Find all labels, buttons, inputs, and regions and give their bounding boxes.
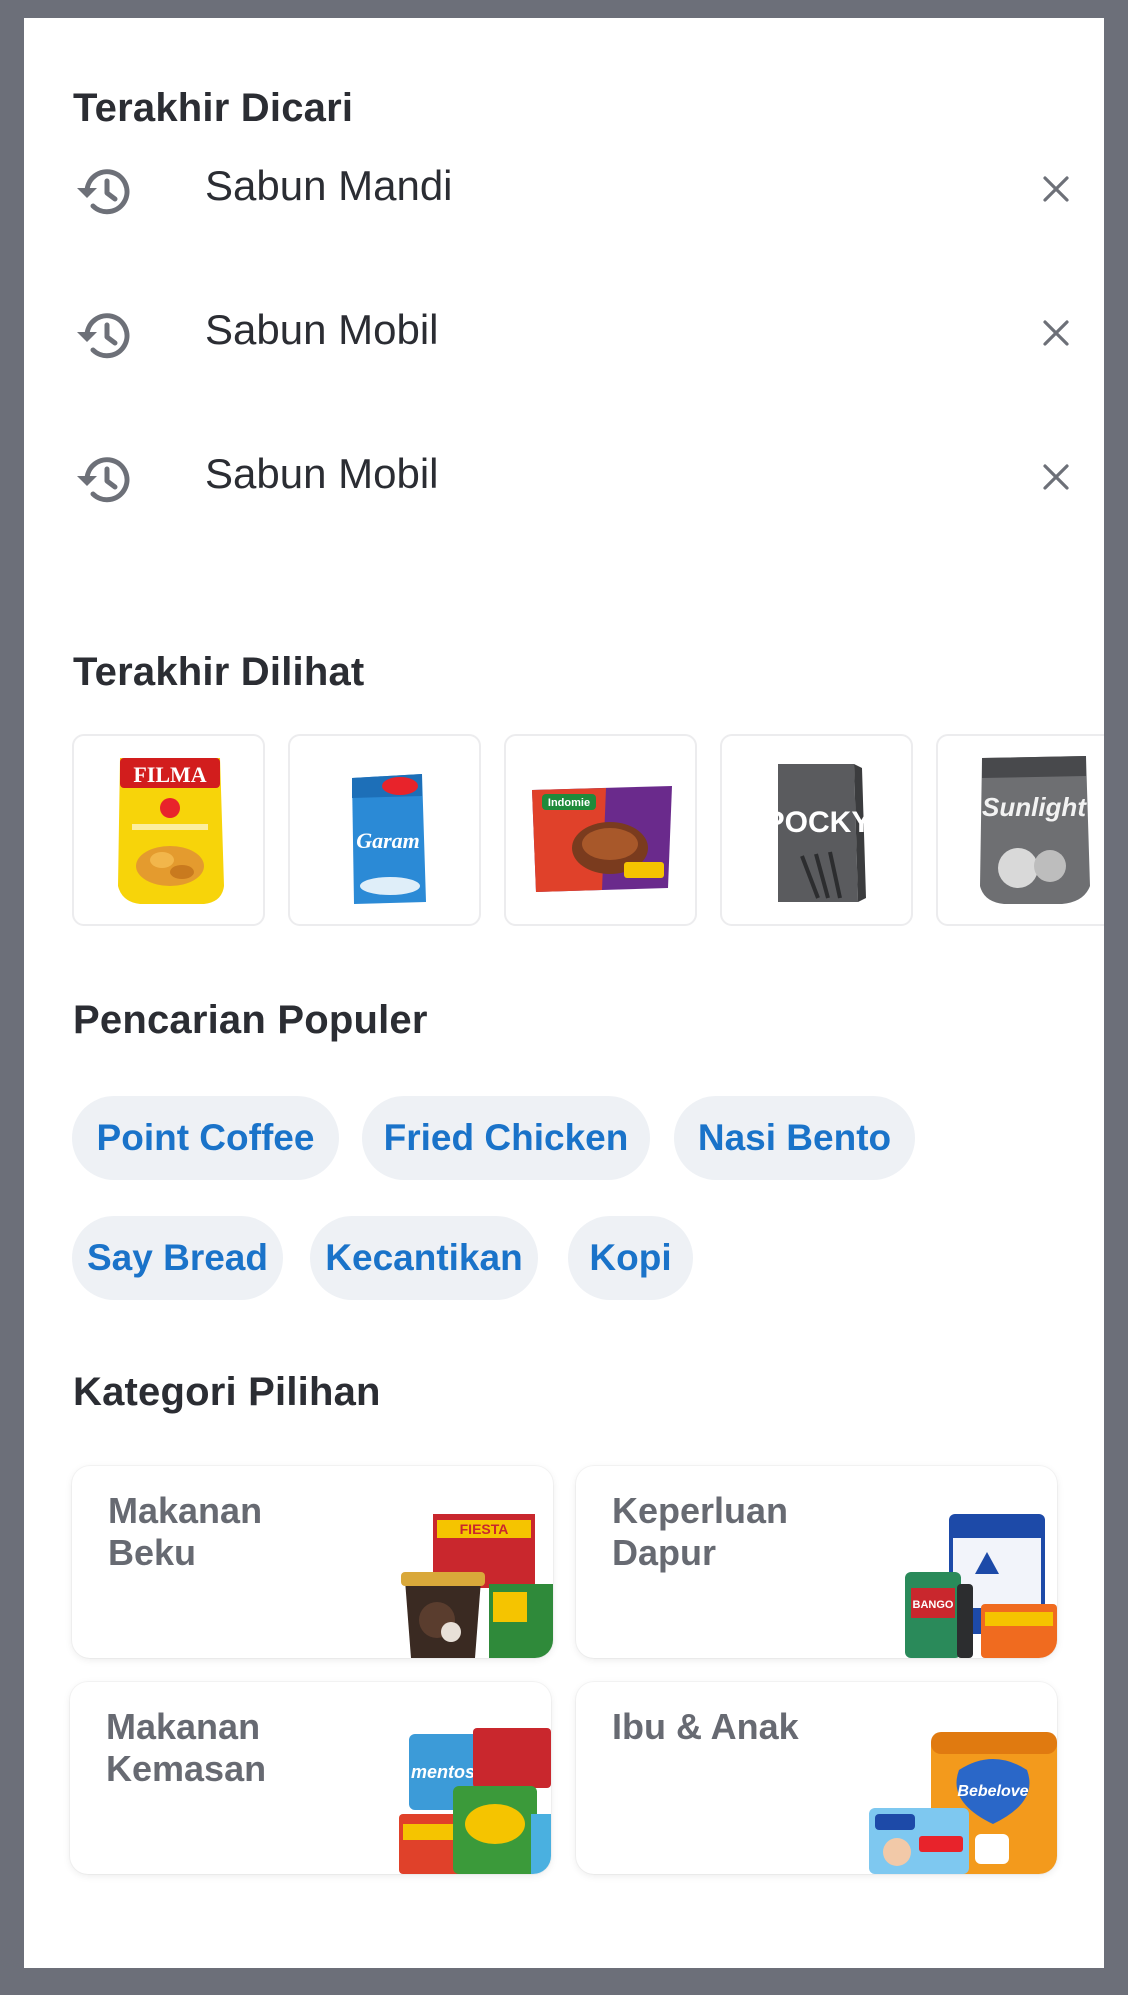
category-label: Makanan Beku [108, 1490, 263, 1573]
popular-chip[interactable]: Nasi Bento [674, 1096, 915, 1180]
recently-viewed-title: Terakhir Dilihat [73, 650, 365, 694]
history-item-label: Sabun Mobil [205, 306, 439, 353]
history-item[interactable]: Sabun Mobil [73, 290, 1073, 370]
salt-pack-image: Garam [352, 774, 426, 904]
cooking-oil-pouch-image: FILMA [118, 758, 224, 904]
product-card[interactable]: POCKY [720, 734, 913, 926]
category-card-kitchen-needs[interactable]: Keperluan Dapur BANGO [576, 1466, 1057, 1658]
popular-chip[interactable]: Kecantikan [310, 1216, 538, 1300]
popular-chip[interactable]: Fried Chicken [362, 1096, 650, 1180]
packaged-food-image: mentos [399, 1728, 551, 1874]
history-item[interactable]: Sabun Mobil [73, 434, 1073, 514]
svg-text:Bebelove: Bebelove [957, 1783, 1028, 1800]
recently-viewed-row: FILMA Garam Indomie POCKY Sunlight [72, 734, 1104, 928]
history-item-label: Sabun Mandi [205, 162, 453, 209]
close-icon[interactable] [1037, 314, 1075, 352]
category-card-mother-baby[interactable]: Ibu & Anak Bebelove [576, 1682, 1057, 1874]
category-label: Makanan Kemasan [106, 1706, 267, 1789]
svg-text:POCKY: POCKY [765, 806, 872, 839]
history-icon [77, 457, 130, 503]
popular-searches-title: Pencarian Populer [73, 998, 428, 1042]
search-screen: Terakhir Dicari Sabun Mandi Sabun Mobil [24, 18, 1104, 1968]
history-item[interactable]: Sabun Mandi [73, 146, 1073, 226]
close-icon[interactable] [1037, 458, 1075, 496]
dish-soap-pouch-image: Sunlight [980, 756, 1090, 904]
history-icon [77, 169, 130, 215]
categories-title: Kategori Pilihan [73, 1370, 381, 1414]
history-icon [77, 313, 130, 359]
svg-text:Sunlight: Sunlight [982, 792, 1087, 822]
popular-chip[interactable]: Say Bread [72, 1216, 283, 1300]
kitchen-needs-image: BANGO [905, 1514, 1057, 1658]
category-label: Ibu & Anak [612, 1706, 799, 1747]
popular-chip[interactable]: Point Coffee [72, 1096, 339, 1180]
svg-text:Garam: Garam [356, 828, 420, 853]
device-frame: Terakhir Dicari Sabun Mandi Sabun Mobil [0, 0, 1128, 1995]
frozen-food-image: FIESTA [401, 1514, 553, 1658]
product-card[interactable]: Indomie [504, 734, 697, 926]
recent-searches-title: Terakhir Dicari [73, 86, 354, 130]
pocky-box-image: POCKY [765, 764, 872, 902]
category-card-packaged-food[interactable]: Makanan Kemasan mentos [70, 1682, 551, 1874]
svg-text:FIESTA: FIESTA [460, 1521, 509, 1537]
svg-text:FILMA: FILMA [133, 762, 206, 787]
close-icon[interactable] [1037, 170, 1075, 208]
product-card[interactable]: FILMA [72, 734, 265, 926]
category-label: Keperluan Dapur [612, 1490, 789, 1573]
svg-text:Indomie: Indomie [548, 797, 590, 809]
popular-chip[interactable]: Kopi [568, 1216, 693, 1300]
category-card-frozen-food[interactable]: Makanan Beku FIESTA [72, 1466, 553, 1658]
history-item-label: Sabun Mobil [205, 450, 439, 497]
svg-text:BANGO: BANGO [913, 1599, 954, 1611]
svg-text:mentos: mentos [411, 1762, 475, 1782]
mother-baby-image: Bebelove [869, 1732, 1057, 1874]
product-card[interactable]: Garam [288, 734, 481, 926]
product-card[interactable]: Sunlight [936, 734, 1104, 926]
instant-noodle-pack-image: Indomie [532, 786, 672, 892]
